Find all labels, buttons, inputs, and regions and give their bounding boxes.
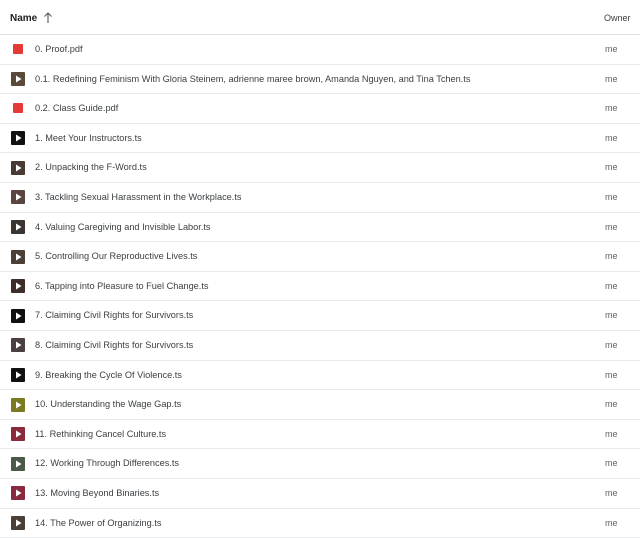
file-owner: me	[605, 399, 618, 409]
file-owner: me	[605, 488, 618, 498]
file-name[interactable]: 0.2. Class Guide.pdf	[35, 103, 118, 113]
file-row[interactable]: 1. Meet Your Instructors.ts me	[0, 124, 640, 154]
file-owner: me	[605, 44, 618, 54]
file-row[interactable]: 11. Rethinking Cancel Culture.ts me	[0, 420, 640, 450]
video-icon	[11, 457, 25, 471]
file-owner: me	[605, 103, 618, 113]
video-icon	[11, 220, 25, 234]
file-name[interactable]: 0.1. Redefining Feminism With Gloria Ste…	[35, 74, 470, 84]
file-name[interactable]: 13. Moving Beyond Binaries.ts	[35, 488, 159, 498]
file-name[interactable]: 10. Understanding the Wage Gap.ts	[35, 399, 181, 409]
file-row[interactable]: 0.1. Redefining Feminism With Gloria Ste…	[0, 65, 640, 95]
file-name[interactable]: 5. Controlling Our Reproductive Lives.ts	[35, 251, 197, 261]
file-owner: me	[605, 162, 618, 172]
file-owner: me	[605, 310, 618, 320]
file-owner: me	[605, 370, 618, 380]
file-name[interactable]: 14. The Power of Organizing.ts	[35, 518, 161, 528]
video-icon	[11, 516, 25, 530]
file-name[interactable]: 4. Valuing Caregiving and Invisible Labo…	[35, 222, 211, 232]
file-owner: me	[605, 429, 618, 439]
pdf-icon	[13, 103, 23, 113]
file-row[interactable]: 9. Breaking the Cycle Of Violence.ts me	[0, 361, 640, 391]
file-owner: me	[605, 251, 618, 261]
file-owner: me	[605, 192, 618, 202]
file-row[interactable]: 13. Moving Beyond Binaries.ts me	[0, 479, 640, 509]
file-row[interactable]: 8. Claiming Civil Rights for Survivors.t…	[0, 331, 640, 361]
sort-ascending-icon[interactable]	[43, 12, 53, 24]
file-owner: me	[605, 74, 618, 84]
file-name[interactable]: 9. Breaking the Cycle Of Violence.ts	[35, 370, 182, 380]
file-row[interactable]: 14. The Power of Organizing.ts me	[0, 509, 640, 538]
file-name[interactable]: 3. Tackling Sexual Harassment in the Wor…	[35, 192, 241, 202]
file-row[interactable]: 5. Controlling Our Reproductive Lives.ts…	[0, 242, 640, 272]
video-icon	[11, 486, 25, 500]
file-name[interactable]: 1. Meet Your Instructors.ts	[35, 133, 142, 143]
file-name[interactable]: 11. Rethinking Cancel Culture.ts	[35, 429, 166, 439]
file-name[interactable]: 7. Claiming Civil Rights for Survivors.t…	[35, 310, 193, 320]
list-header: Name Owner	[0, 0, 640, 35]
file-row[interactable]: 3. Tackling Sexual Harassment in the Wor…	[0, 183, 640, 213]
file-row[interactable]: 0.2. Class Guide.pdf me	[0, 94, 640, 124]
video-icon	[11, 309, 25, 323]
video-icon	[11, 338, 25, 352]
video-icon	[11, 161, 25, 175]
file-row[interactable]: 7. Claiming Civil Rights for Survivors.t…	[0, 301, 640, 331]
file-row[interactable]: 10. Understanding the Wage Gap.ts me	[0, 390, 640, 420]
video-icon	[11, 427, 25, 441]
name-column-label: Name	[10, 13, 37, 24]
file-row[interactable]: 4. Valuing Caregiving and Invisible Labo…	[0, 213, 640, 243]
file-row[interactable]: 12. Working Through Differences.ts me	[0, 449, 640, 479]
file-owner: me	[605, 518, 618, 528]
video-icon	[11, 190, 25, 204]
file-owner: me	[605, 281, 618, 291]
video-icon	[11, 131, 25, 145]
name-column-header[interactable]: Name	[10, 12, 53, 24]
file-owner: me	[605, 133, 618, 143]
file-owner: me	[605, 222, 618, 232]
video-icon	[11, 279, 25, 293]
file-row[interactable]: 2. Unpacking the F-Word.ts me	[0, 153, 640, 183]
file-name[interactable]: 0. Proof.pdf	[35, 44, 83, 54]
video-icon	[11, 72, 25, 86]
file-list: 0. Proof.pdf me 0.1. Redefining Feminism W…	[0, 35, 640, 538]
video-icon	[11, 398, 25, 412]
file-owner: me	[605, 340, 618, 350]
file-row[interactable]: 0. Proof.pdf me	[0, 35, 640, 65]
file-row[interactable]: 6. Tapping into Pleasure to Fuel Change.…	[0, 272, 640, 302]
file-name[interactable]: 8. Claiming Civil Rights for Survivors.t…	[35, 340, 193, 350]
owner-column-header[interactable]: Owner	[604, 13, 631, 23]
file-name[interactable]: 12. Working Through Differences.ts	[35, 458, 179, 468]
pdf-icon	[13, 44, 23, 54]
video-icon	[11, 250, 25, 264]
file-name[interactable]: 6. Tapping into Pleasure to Fuel Change.…	[35, 281, 208, 291]
video-icon	[11, 368, 25, 382]
file-owner: me	[605, 458, 618, 468]
file-name[interactable]: 2. Unpacking the F-Word.ts	[35, 162, 147, 172]
